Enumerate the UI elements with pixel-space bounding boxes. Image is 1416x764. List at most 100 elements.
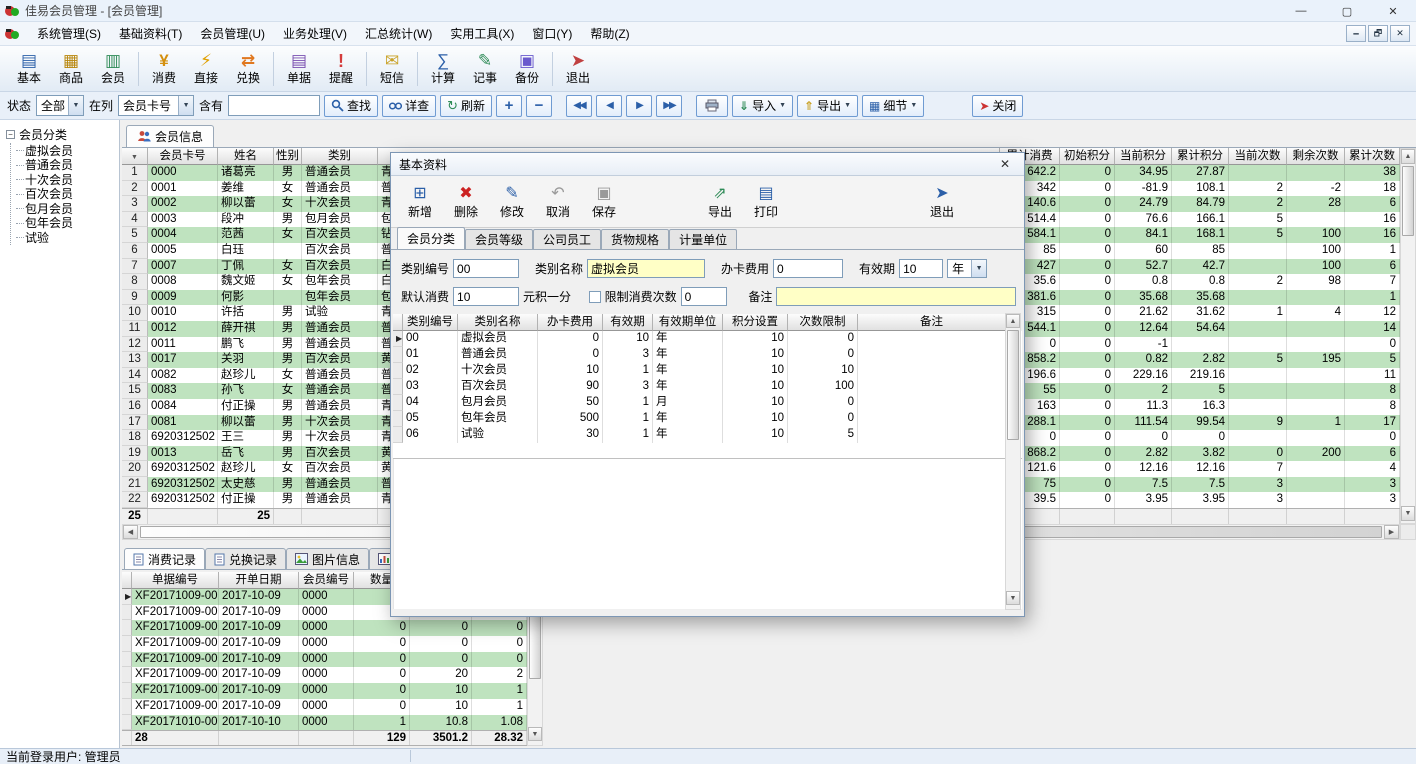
close-button[interactable]: ✕ — [1370, 0, 1416, 22]
fee-input[interactable] — [773, 259, 843, 278]
toolbar-button[interactable]: ▤ 单据 — [278, 48, 320, 90]
dialog-toolbar-button[interactable]: ➤ 退出 — [919, 179, 965, 225]
toolbar-button[interactable]: ▦ 商品 — [50, 48, 92, 90]
col-header-note[interactable]: 备注 — [858, 314, 1006, 331]
scroll-left-icon[interactable]: ◀ — [123, 525, 138, 539]
menu-item[interactable]: 基础资料(T) — [110, 22, 191, 45]
tree-collapse-icon[interactable]: − — [6, 130, 15, 139]
tab-measure-unit[interactable]: 计量单位 — [669, 229, 737, 249]
menu-item[interactable]: 帮助(Z) — [581, 22, 638, 45]
mdi-close-button[interactable]: ✕ — [1390, 25, 1410, 42]
col-header-init-points[interactable]: 初始积分 — [1060, 148, 1115, 165]
col-header-card[interactable]: 会员卡号 — [148, 148, 218, 165]
table-row[interactable]: XF20171009-0003 2017-10-09 0000 0 0 0 — [122, 620, 527, 636]
type-no-input[interactable] — [453, 259, 519, 278]
table-row[interactable]: 04 包月会员 50 1 月 10 0 — [393, 395, 1022, 411]
toolbar-button[interactable]: ✉ 短信 — [371, 48, 413, 90]
toolbar-button[interactable]: ▥ 会员 — [92, 48, 134, 90]
refresh-button[interactable]: ↻ 刷新 — [440, 95, 492, 117]
mdi-restore-button[interactable]: 🗗 — [1368, 25, 1388, 42]
tab-exchange-records[interactable]: 兑换记录 — [205, 548, 286, 569]
col-header-current-times[interactable]: 当前次数 — [1229, 148, 1287, 165]
remove-row-button[interactable]: − — [526, 95, 552, 117]
tab-consume-records[interactable]: 消费记录 — [124, 548, 205, 569]
tab-picture-info[interactable]: 图片信息 — [286, 548, 369, 569]
toolbar-button[interactable] — [134, 50, 143, 88]
tab-goods-spec[interactable]: 货物规格 — [601, 229, 669, 249]
dialog-toolbar-button[interactable]: ✎ 修改 — [489, 179, 535, 225]
col-header-points-setting[interactable]: 积分设置 — [723, 314, 788, 331]
tab-member-grade[interactable]: 会员等级 — [465, 229, 533, 249]
nav-last-button[interactable]: ▶▶ — [656, 95, 682, 117]
scroll-down-icon[interactable]: ▼ — [528, 727, 542, 741]
status-combo[interactable]: 全部▼ — [36, 95, 84, 116]
tab-company-staff[interactable]: 公司员工 — [533, 229, 601, 249]
col-header-valid[interactable]: 有效期 — [603, 314, 653, 331]
col-header-times-limit[interactable]: 次数限制 — [788, 314, 858, 331]
toolbar-button[interactable] — [548, 50, 557, 88]
tab-member-category[interactable]: 会员分类 — [397, 227, 465, 249]
valid-unit-combo[interactable]: 年▼ — [947, 259, 987, 278]
scroll-down-icon[interactable]: ▼ — [1006, 591, 1020, 605]
import-button[interactable]: ⇓ 导入 ▼ — [732, 95, 793, 117]
menu-item[interactable]: 系统管理(S) — [28, 22, 110, 45]
table-row[interactable]: XF20171009-0005 2017-10-09 0000 0 0 0 — [122, 652, 527, 668]
tab-member-info[interactable]: 会员信息 — [126, 125, 214, 147]
nav-next-button[interactable]: ▶ — [626, 95, 652, 117]
table-row[interactable]: XF20171010-0002 2017-10-10 0000 1 10.8 1… — [122, 715, 527, 731]
dialog-toolbar-button[interactable]: ▣ 保存 — [581, 179, 627, 225]
menu-item[interactable]: 窗口(Y) — [523, 22, 581, 45]
col-header-name[interactable]: 姓名 — [218, 148, 274, 165]
scroll-up-icon[interactable]: ▲ — [1401, 149, 1415, 164]
col-header-fee[interactable]: 办卡费用 — [538, 314, 603, 331]
table-row[interactable]: XF20171009-0007 2017-10-09 0000 0 10 1 — [122, 683, 527, 699]
scroll-down-icon[interactable]: ▼ — [1401, 506, 1415, 521]
menu-item[interactable]: 业务处理(V) — [274, 22, 356, 45]
category-grid-vscrollbar[interactable]: ▲ ▼ — [1005, 313, 1021, 610]
col-header-bill-date[interactable]: 开单日期 — [219, 572, 299, 589]
scroll-right-icon[interactable]: ▶ — [1384, 525, 1399, 539]
valid-input[interactable] — [899, 259, 943, 278]
add-row-button[interactable]: + — [496, 95, 522, 117]
col-header-member-no[interactable]: 会员编号 — [299, 572, 354, 589]
table-row[interactable]: XF20171009-0006 2017-10-09 0000 0 20 2 — [122, 667, 527, 683]
menu-item[interactable]: 会员管理(U) — [191, 22, 274, 45]
find-button[interactable]: 查找 — [324, 95, 378, 117]
col-header-valid-unit[interactable]: 有效期单位 — [653, 314, 723, 331]
toolbar-button[interactable]: ⚡ 直接 — [185, 48, 227, 90]
menu-item[interactable]: 实用工具(X) — [441, 22, 523, 45]
search-input[interactable] — [228, 95, 320, 116]
col-header-type-no[interactable]: 类别编号 — [403, 314, 458, 331]
member-table-vscrollbar[interactable]: ▲ ▼ — [1400, 148, 1416, 524]
table-row[interactable]: ▶ 00 虚拟会员 0 10 年 10 0 — [393, 331, 1022, 347]
toolbar-button[interactable] — [413, 50, 422, 88]
table-row[interactable]: XF20171009-0008 2017-10-09 0000 0 10 1 — [122, 699, 527, 715]
toolbar-button[interactable]: ➤ 退出 — [557, 48, 599, 90]
dialog-close-button[interactable]: ✕ — [994, 157, 1016, 171]
dialog-title-bar[interactable]: 基本资料 ✕ — [391, 153, 1024, 176]
table-row[interactable]: XF20171009-0004 2017-10-09 0000 0 0 0 — [122, 636, 527, 652]
limit-times-input[interactable] — [681, 287, 727, 306]
scroll-up-icon[interactable]: ▲ — [1006, 314, 1020, 328]
col-header-total-times[interactable]: 累计次数 — [1345, 148, 1400, 165]
note-input[interactable] — [776, 287, 1016, 306]
detail-button[interactable]: ▦ 细节 ▼ — [862, 95, 924, 117]
type-name-input[interactable] — [587, 259, 705, 278]
close-view-button[interactable]: ➤ 关闭 — [972, 95, 1023, 117]
dialog-toolbar-button[interactable]: ✖ 删除 — [443, 179, 489, 225]
toolbar-button[interactable]: ∑ 计算 — [422, 48, 464, 90]
table-row[interactable]: 06 试验 30 1 年 10 5 — [393, 427, 1022, 443]
maximize-button[interactable]: ▢ — [1324, 0, 1370, 22]
col-header-total-points[interactable]: 累计积分 — [1172, 148, 1229, 165]
dialog-toolbar-button[interactable]: ⇗ 导出 — [697, 179, 743, 225]
col-header-bill-no[interactable]: 单据编号 — [132, 572, 219, 589]
column-combo[interactable]: 会员卡号▼ — [118, 95, 194, 116]
minimize-button[interactable]: — — [1278, 0, 1324, 22]
print-button[interactable] — [696, 95, 728, 117]
inspect-button[interactable]: 详查 — [382, 95, 436, 117]
dialog-toolbar-button[interactable]: ⊞ 新增 — [397, 179, 443, 225]
col-header-type-name[interactable]: 类别名称 — [458, 314, 538, 331]
table-row[interactable]: 05 包年会员 500 1 年 10 0 — [393, 411, 1022, 427]
toolbar-button[interactable]: ✎ 记事 — [464, 48, 506, 90]
toolbar-button[interactable]: ⇄ 兑换 — [227, 48, 269, 90]
